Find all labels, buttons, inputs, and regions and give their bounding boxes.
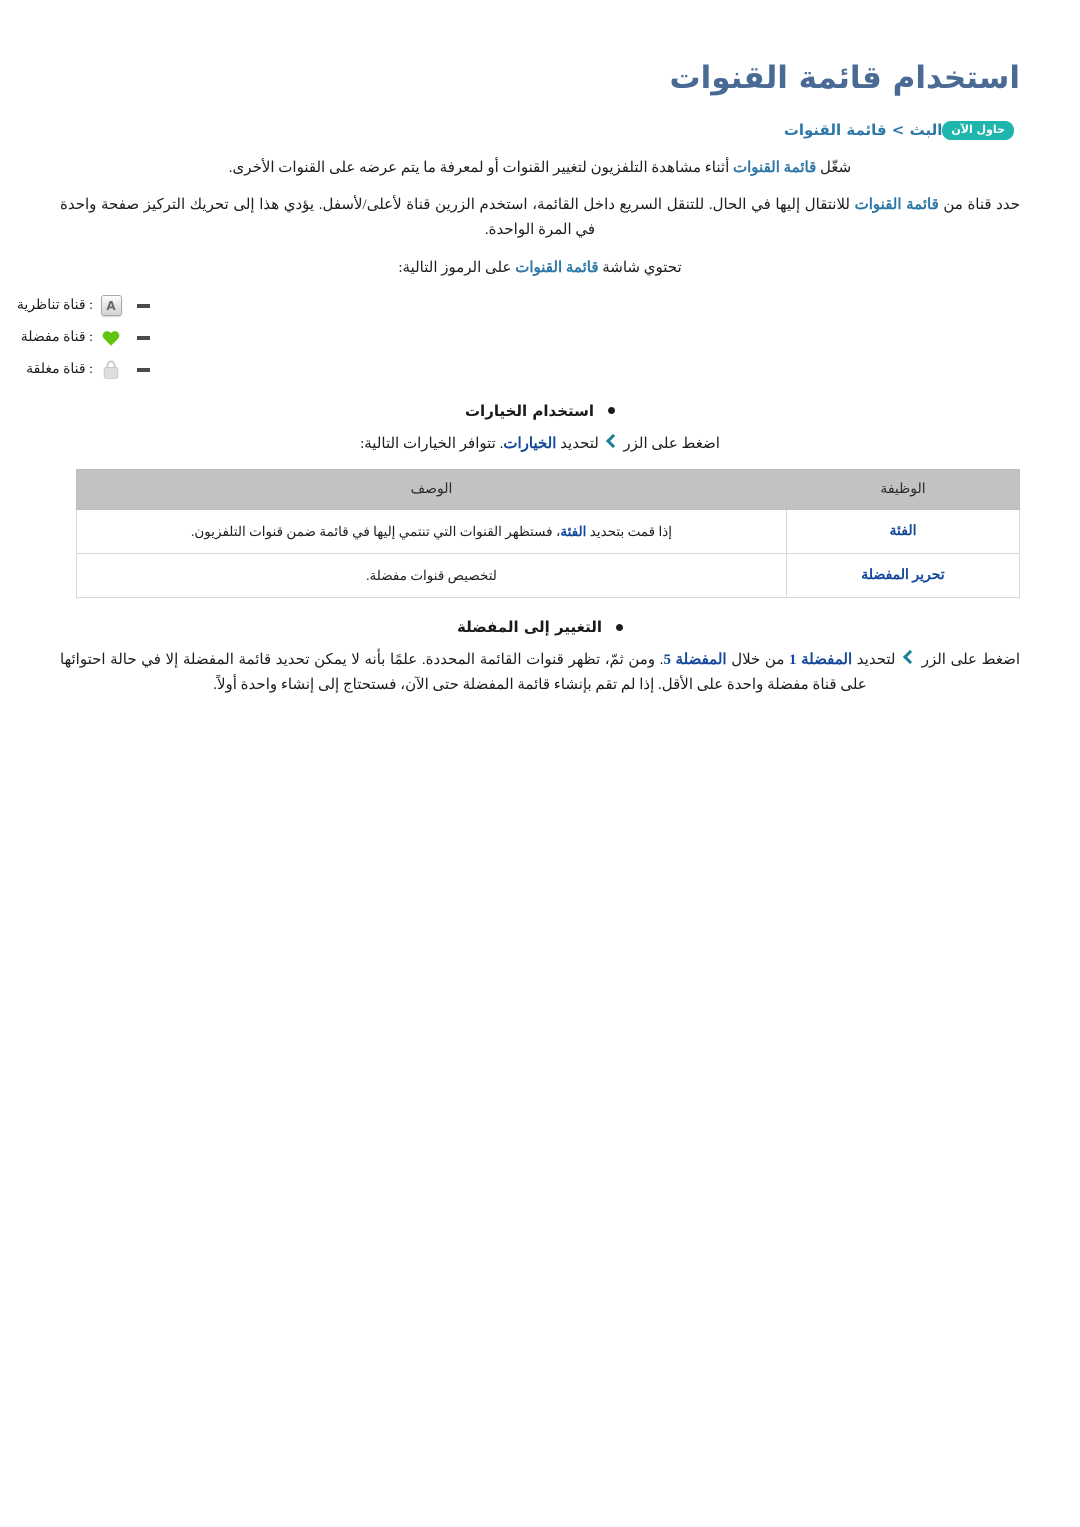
chevron-left-icon[interactable] bbox=[606, 434, 617, 449]
options-instr-after: . تتوافر الخيارات التالية: bbox=[360, 435, 504, 452]
bullet-dot-icon bbox=[615, 623, 623, 631]
green-heart-icon bbox=[99, 326, 123, 350]
favorites-instruction: اضغط على الزر لتحديد المفضلة 1 من خلال ا… bbox=[60, 648, 1020, 698]
chevron-left-icon[interactable] bbox=[903, 650, 914, 665]
legend-label-favorite: : قناة مفضلة bbox=[20, 330, 93, 346]
legend-label-locked: : قناة مغلقة bbox=[26, 362, 93, 378]
dash-marker-icon bbox=[137, 367, 150, 372]
table-header-row: الوظيفة الوصف bbox=[76, 469, 1020, 511]
favorites-5-link[interactable]: المفضلة 5 bbox=[663, 652, 726, 668]
desc0-after: ، فستظهر القنوات التي تنتمي إليها في قائ… bbox=[191, 523, 561, 539]
dash-marker-icon bbox=[137, 303, 150, 308]
try-now-badge[interactable]: حاول الآن bbox=[942, 121, 1014, 140]
channel-list-link-1[interactable]: قائمة القنوات bbox=[733, 160, 816, 176]
table-cell-function-edit-favorites[interactable]: تحرير المفضلة bbox=[786, 553, 1020, 599]
legend-item-locked: : قناة مغلقة bbox=[26, 358, 1020, 382]
dash-marker-icon bbox=[137, 335, 150, 340]
legend-item-favorite: : قناة مفضلة bbox=[21, 326, 1020, 350]
favorites-heading-text: التغيير إلى المفضلة bbox=[457, 618, 602, 637]
intro-p3-after: على الرموز التالية: bbox=[398, 259, 516, 276]
fav-line-1: اضغط على الزر bbox=[917, 652, 1021, 669]
analog-a-glyph: A bbox=[100, 295, 122, 317]
intro-paragraph-1: شغّل قائمة القنوات أثناء مشاهدة التلفزيو… bbox=[60, 156, 1020, 181]
document-page: استخدام قائمة القنوات حاول الآنالبث > قا… bbox=[0, 0, 1080, 698]
category-inline-link[interactable]: الفئة bbox=[560, 524, 586, 539]
desc0-before: إذا قمت بتحديد bbox=[586, 523, 672, 539]
intro-p1-after: أثناء مشاهدة التلفزيون لتغيير القنوات أو… bbox=[228, 159, 733, 176]
table-row: تحرير المفضلة لتخصيص قنوات مفضلة. bbox=[76, 553, 1020, 599]
intro-p2-after: للانتقال إليها في الحال. للتنقل السريع د… bbox=[60, 197, 855, 239]
page-title: استخدام قائمة القنوات bbox=[669, 60, 1020, 96]
table-cell-description-category: إذا قمت بتحديد الفئة، فستظهر القنوات الت… bbox=[76, 509, 787, 555]
analog-a-box-icon: A bbox=[99, 294, 123, 318]
intro-paragraph-3: تحتوي شاشة قائمة القنوات على الرموز التا… bbox=[60, 256, 1020, 281]
options-link[interactable]: الخيارات bbox=[503, 436, 556, 452]
options-section-heading: استخدام الخيارات bbox=[60, 402, 1020, 420]
icon-legend-list: A : قناة تناظرية : قناة مفضلة : قناة مغل… bbox=[17, 294, 1020, 382]
options-heading-text: استخدام الخيارات bbox=[464, 401, 595, 420]
intro-p1-before: شغّل bbox=[816, 159, 852, 176]
gray-padlock-icon bbox=[99, 358, 123, 382]
table-cell-description-edit-favorites: لتخصيص قنوات مفضلة. bbox=[76, 553, 787, 599]
breadcrumb-path: البث > قائمة القنوات bbox=[783, 121, 943, 140]
legend-item-analog: A : قناة تناظرية bbox=[17, 294, 1020, 318]
intro-p2-before: حدد قناة من bbox=[938, 197, 1021, 214]
channel-list-link-2[interactable]: قائمة القنوات bbox=[855, 197, 939, 213]
breadcrumb: حاول الآنالبث > قائمة القنوات bbox=[60, 119, 1020, 141]
options-instr-before: اضغط على الزر bbox=[619, 435, 720, 452]
favorites-section-heading: التغيير إلى المفضلة bbox=[60, 618, 1020, 636]
fav-line-2: لتحديد bbox=[852, 652, 901, 669]
legend-label-analog: : قناة تناظرية bbox=[16, 298, 93, 314]
bullet-dot-icon bbox=[608, 407, 616, 415]
table-header-function: الوظيفة bbox=[786, 469, 1020, 511]
options-instr-mid: لتحديد bbox=[556, 435, 603, 452]
options-instruction: اضغط على الزر لتحديد الخيارات. تتوافر ال… bbox=[60, 432, 1020, 457]
channel-list-link-3[interactable]: قائمة القنوات bbox=[515, 260, 598, 276]
intro-paragraph-2: حدد قناة من قائمة القنوات للانتقال إليها… bbox=[60, 193, 1020, 243]
table-cell-function-category[interactable]: الفئة bbox=[786, 509, 1020, 555]
favorites-1-link[interactable]: المفضلة 1 bbox=[789, 652, 852, 668]
options-table: الوظيفة الوصف الفئة إذا قمت بتحديد الفئة… bbox=[76, 469, 1020, 599]
fav-line-3: من خلال bbox=[726, 652, 790, 669]
table-header-description: الوصف bbox=[76, 469, 787, 511]
intro-p3-before: تحتوي شاشة bbox=[598, 259, 682, 276]
table-row: الفئة إذا قمت بتحديد الفئة، فستظهر القنو… bbox=[76, 509, 1020, 555]
